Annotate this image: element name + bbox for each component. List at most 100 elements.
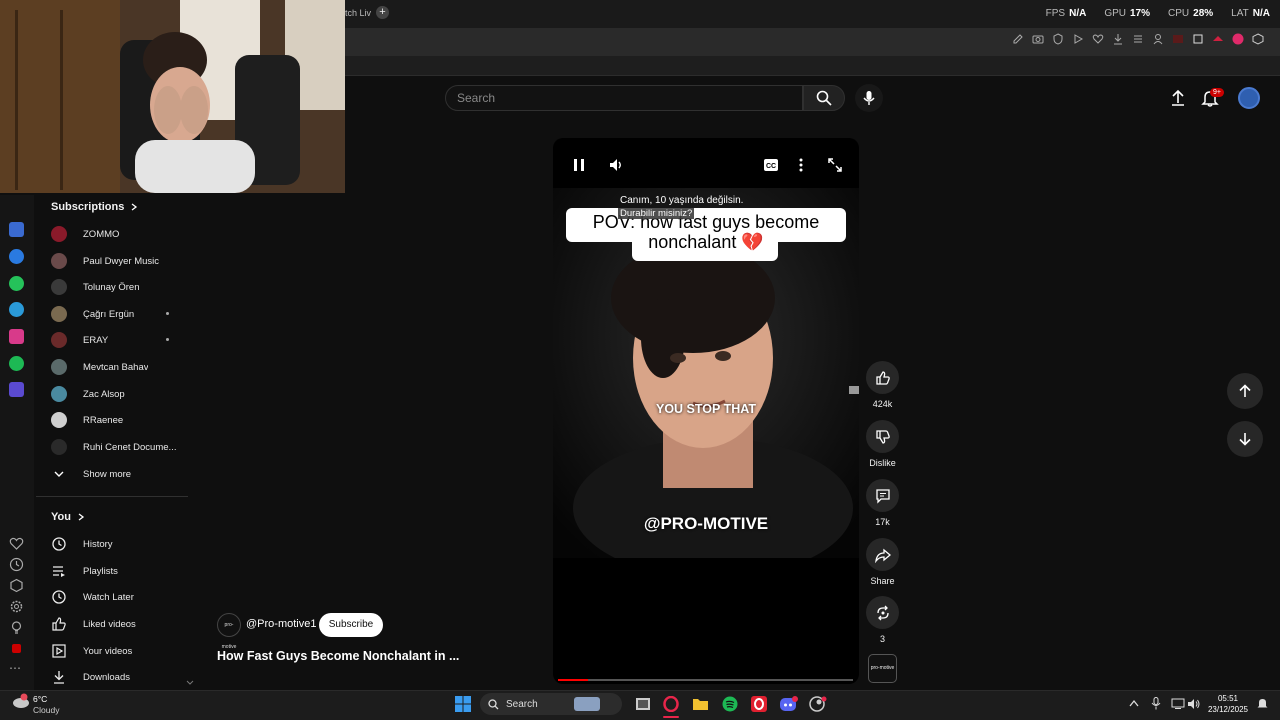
clock-icon[interactable] <box>9 557 24 572</box>
more-options-button[interactable] <box>798 157 804 173</box>
next-short-button[interactable] <box>1227 421 1263 457</box>
channel-avatar[interactable]: pro-motive <box>217 613 241 650</box>
nav-downloads[interactable]: Downloads <box>51 666 130 688</box>
messenger-icon[interactable] <box>9 249 24 264</box>
you-header[interactable]: You <box>51 511 85 523</box>
show-more-label: Show more <box>83 468 132 480</box>
history-icon <box>52 537 66 551</box>
recording-icon[interactable] <box>12 644 21 653</box>
spotify-icon[interactable] <box>722 696 738 712</box>
extension-red-icon[interactable] <box>1172 33 1184 45</box>
sound-thumbnail[interactable]: pro-motive <box>868 654 897 683</box>
weather-description[interactable]: Cloudy <box>33 705 59 715</box>
windows-start-icon[interactable] <box>455 696 471 712</box>
subscription-item[interactable]: ERAY <box>51 329 191 351</box>
previous-short-button[interactable] <box>1227 373 1263 409</box>
comments-button[interactable] <box>866 479 899 512</box>
shield-icon[interactable] <box>1052 33 1064 45</box>
subscription-item[interactable]: Ruhi Cenet Docume... <box>51 436 191 458</box>
comments-count: 17k <box>875 517 890 527</box>
edit-icon[interactable] <box>1012 33 1024 45</box>
channel-avatar <box>51 439 67 455</box>
pause-button[interactable] <box>573 158 585 172</box>
volume-icon[interactable] <box>1187 698 1201 710</box>
list-icon[interactable] <box>1132 33 1144 45</box>
captions-button[interactable]: CC <box>763 158 779 172</box>
video-title[interactable]: How Fast Guys Become Nonchalant in ... <box>217 649 459 663</box>
webcam-overlay <box>0 0 345 193</box>
subscription-item[interactable]: Zac Alsop <box>51 383 191 405</box>
instagram-icon[interactable] <box>9 329 24 344</box>
subscription-item[interactable]: Çağrı Ergün <box>51 303 191 325</box>
progress-bar[interactable] <box>558 679 853 681</box>
microphone-icon[interactable] <box>1151 697 1161 710</box>
new-tab-button[interactable]: + <box>376 6 389 19</box>
settings-icon[interactable] <box>9 599 24 614</box>
search-button[interactable] <box>803 85 845 111</box>
opera-icon[interactable] <box>751 696 767 712</box>
extension-pink-icon[interactable] <box>1232 33 1244 45</box>
app-store-icon[interactable] <box>9 222 24 237</box>
upload-button[interactable] <box>1168 88 1188 108</box>
perf-fps: FPS N/A <box>1045 8 1087 19</box>
dislike-button[interactable] <box>866 420 899 453</box>
clock-date[interactable]: 23/12/2025 <box>1203 705 1253 714</box>
notification-center-icon[interactable] <box>1256 697 1269 710</box>
voice-search-button[interactable] <box>855 84 883 112</box>
nav-liked-videos[interactable]: Liked videos <box>51 613 136 635</box>
taskbar-search-label: Search <box>506 698 538 710</box>
volume-button[interactable] <box>608 157 624 173</box>
heart-icon[interactable] <box>9 536 24 551</box>
account-avatar[interactable] <box>1238 87 1260 109</box>
chevron-up-icon[interactable] <box>1129 699 1139 707</box>
task-view-icon[interactable] <box>635 697 651 711</box>
channel-name[interactable]: @Pro-motive1 <box>246 618 316 630</box>
like-button[interactable] <box>866 361 899 394</box>
search-input[interactable]: Search <box>445 85 803 111</box>
share-button[interactable] <box>866 538 899 571</box>
browser-tab[interactable]: atch Liv <box>340 4 380 22</box>
remix-button[interactable] <box>866 596 899 629</box>
nav-watch-later[interactable]: Watch Later <box>51 586 134 608</box>
steam-icon[interactable] <box>809 696 827 712</box>
scroll-down-icon[interactable] <box>186 680 194 686</box>
weather-icon[interactable] <box>11 693 31 709</box>
clock-time[interactable]: 05:51 <box>1203 694 1253 703</box>
subscription-item[interactable]: Mevtcan Bahav <box>51 356 191 378</box>
opera-gx-icon[interactable] <box>663 696 679 712</box>
weather-temperature[interactable]: 6°C <box>33 694 47 704</box>
show-more-button[interactable]: Show more <box>51 463 191 485</box>
nav-history[interactable]: History <box>51 533 113 555</box>
nav-your-videos[interactable]: Your videos <box>51 640 132 662</box>
telegram-icon[interactable] <box>9 302 24 317</box>
subscription-item[interactable]: RRaenee <box>51 409 191 431</box>
heart-icon[interactable] <box>1092 33 1104 45</box>
player-icon[interactable] <box>9 382 24 397</box>
taskbar-search[interactable]: Search <box>480 693 622 715</box>
channel-name: Mevtcan Bahav <box>83 361 149 373</box>
lightbulb-icon[interactable] <box>9 620 24 635</box>
more-icon[interactable]: ⋯ <box>9 662 24 678</box>
extensions-cube-icon[interactable] <box>1252 33 1264 45</box>
fullscreen-button[interactable] <box>827 157 843 173</box>
microphone-icon <box>863 91 875 105</box>
subscription-item[interactable]: ZOMMO <box>51 223 191 245</box>
profile-icon[interactable] <box>1152 33 1164 45</box>
extension-redbull-icon[interactable] <box>1212 33 1224 45</box>
nav-label: Playlists <box>83 565 118 577</box>
nav-playlists[interactable]: Playlists <box>51 560 118 582</box>
network-icon[interactable] <box>1171 698 1185 709</box>
whatsapp-icon[interactable] <box>9 276 24 291</box>
subscription-item[interactable]: Paul Dwyer Music <box>51 250 191 272</box>
extension-cat-icon[interactable] <box>1192 33 1204 45</box>
camera-icon[interactable] <box>1032 33 1044 45</box>
cube-icon[interactable] <box>9 578 24 593</box>
download-icon[interactable] <box>1112 33 1124 45</box>
play-icon[interactable] <box>1072 33 1084 45</box>
discord-icon[interactable] <box>780 696 798 712</box>
subscriptions-header[interactable]: Subscriptions <box>51 201 138 213</box>
spotify-icon[interactable] <box>9 356 24 371</box>
file-explorer-icon[interactable] <box>692 697 709 711</box>
subscribe-button[interactable]: Subscribe <box>319 613 383 637</box>
subscription-item[interactable]: Tolunay Ören <box>51 276 191 298</box>
